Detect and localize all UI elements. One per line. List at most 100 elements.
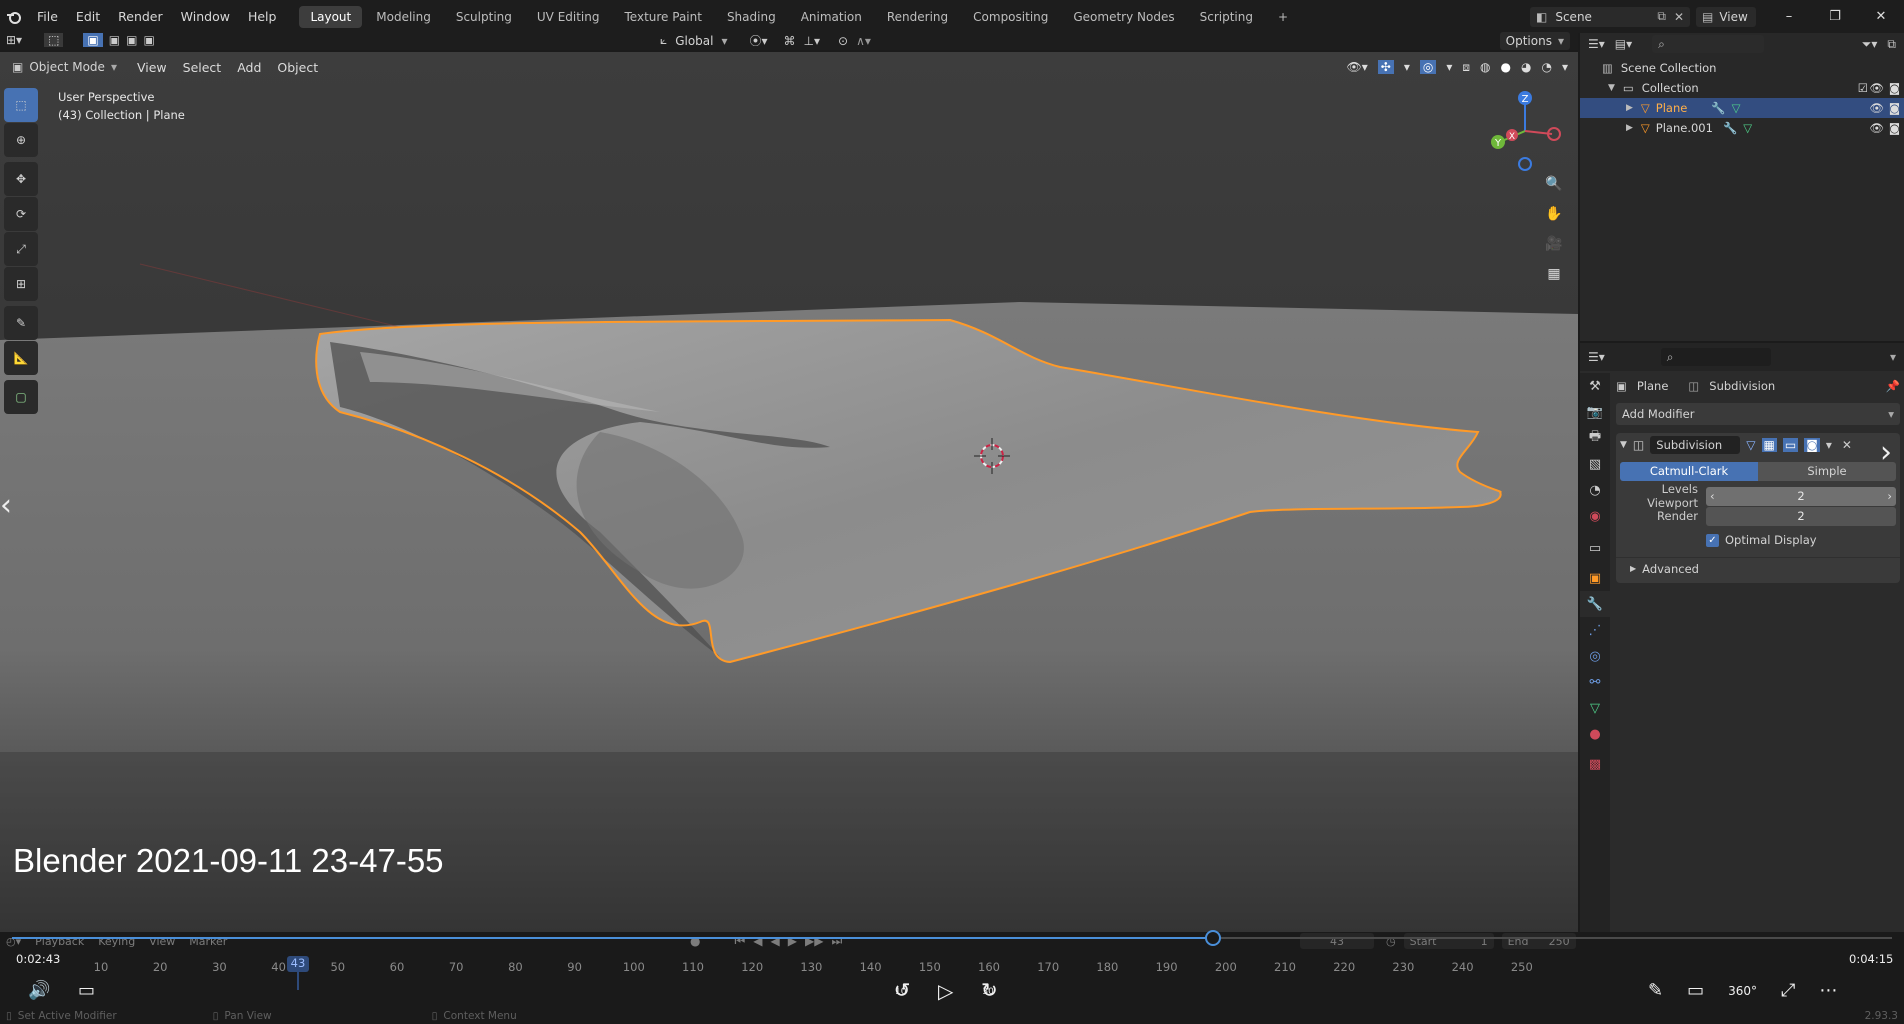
scene-tab-icon[interactable]: ◔: [1580, 477, 1610, 503]
select-box-tool-icon[interactable]: ⬚: [44, 32, 64, 47]
tool-tab-icon[interactable]: ⚒: [1580, 373, 1610, 399]
tab-animation[interactable]: Animation: [790, 6, 873, 28]
blender-logo-icon[interactable]: [0, 9, 28, 25]
tab-uv-editing[interactable]: UV Editing: [526, 6, 611, 28]
outliner-search-input[interactable]: ⌕: [1652, 35, 1765, 53]
wireframe-shading-icon[interactable]: ◍: [1480, 60, 1490, 74]
chevron-down-icon[interactable]: ▾: [1562, 60, 1568, 74]
visibility-eye-icon[interactable]: 👁: [1869, 121, 1884, 135]
select-mode-extend-icon[interactable]: ▣: [109, 33, 120, 47]
collapse-arrow-icon[interactable]: ▼: [1620, 440, 1627, 450]
snap-icon[interactable]: ⌘: [784, 34, 796, 48]
restore-icon[interactable]: ❐: [1812, 9, 1858, 24]
zoom-icon[interactable]: 🔍: [1540, 170, 1568, 198]
solid-shading-icon[interactable]: ●: [1501, 60, 1511, 74]
display-mode-icon[interactable]: ▤▾: [1615, 37, 1632, 51]
proportional-edit-icon[interactable]: ⊙: [838, 34, 848, 48]
render-camera-icon[interactable]: ◙: [1889, 101, 1900, 115]
orientation-dropdown[interactable]: Global: [675, 34, 713, 48]
simple-button[interactable]: Simple: [1758, 461, 1896, 481]
advanced-subpanel-header[interactable]: ▶ Advanced: [1616, 557, 1900, 576]
cast-icon[interactable]: ▭: [1687, 980, 1704, 1001]
increment-arrow-icon[interactable]: ›: [1887, 489, 1892, 503]
overlay-toggle-icon[interactable]: ◎: [1419, 60, 1437, 74]
perspective-grid-icon[interactable]: ▦: [1540, 260, 1568, 288]
options-dropdown[interactable]: Options ▾: [1499, 32, 1570, 50]
add-cube-tool-icon[interactable]: ▢: [4, 380, 38, 414]
outliner-object-plane[interactable]: ▶ ▽ Plane 🔧 ▽ 👁 ◙: [1580, 98, 1904, 118]
select-mode-invert-icon[interactable]: ▣: [143, 33, 154, 47]
new-collection-icon[interactable]: ⧉: [1887, 37, 1896, 52]
play-button[interactable]: ▷: [938, 979, 953, 1003]
menu-file[interactable]: File: [28, 9, 67, 24]
next-arrow-icon[interactable]: ›: [1880, 435, 1892, 470]
transform-tool-icon[interactable]: ⊞: [4, 267, 38, 301]
previous-arrow-icon[interactable]: ‹: [0, 488, 12, 523]
render-tab-icon[interactable]: 📷: [1580, 399, 1610, 425]
menu-window[interactable]: Window: [172, 9, 239, 24]
modifier-wrench-icon[interactable]: 🔧: [1723, 121, 1737, 135]
render-toggle-icon[interactable]: ◙: [1804, 438, 1820, 452]
360-view-icon[interactable]: 360°: [1728, 984, 1757, 998]
viewlayer-selector[interactable]: ▤ View: [1696, 6, 1756, 27]
camera-view-icon[interactable]: 🎥: [1540, 230, 1568, 258]
gizmo-toggle-icon[interactable]: ✣: [1377, 60, 1394, 74]
material-tab-icon[interactable]: ●: [1580, 721, 1610, 747]
add-workspace-button[interactable]: +: [1267, 6, 1299, 28]
expand-arrow-icon[interactable]: ▶: [1626, 123, 1633, 133]
render-camera-icon[interactable]: ◙: [1889, 81, 1900, 95]
menu-select[interactable]: Select: [175, 58, 230, 77]
tab-sculpting[interactable]: Sculpting: [445, 6, 523, 28]
outliner-object-plane-001[interactable]: ▶ ▽ Plane.001 🔧 ▽ 👁 ◙: [1580, 118, 1904, 138]
menu-help[interactable]: Help: [239, 9, 286, 24]
select-mode-new-icon[interactable]: ▣: [83, 32, 103, 47]
mesh-data-icon[interactable]: ▽: [1732, 101, 1741, 115]
scene-selector[interactable]: ◧ Scene ⧉ ✕: [1530, 6, 1690, 27]
catmull-clark-button[interactable]: Catmull-Clark: [1620, 461, 1758, 481]
tab-shading[interactable]: Shading: [716, 6, 787, 28]
tab-rendering[interactable]: Rendering: [876, 6, 959, 28]
select-tool-icon[interactable]: ⬚: [4, 88, 38, 122]
edit-mode-toggle-icon[interactable]: ▽: [1746, 438, 1755, 452]
cursor-tool-icon[interactable]: ⊕: [4, 123, 38, 157]
texture-tab-icon[interactable]: ▩: [1580, 751, 1610, 777]
add-modifier-dropdown[interactable]: Add Modifier ▾: [1616, 403, 1900, 425]
rewind-10-button[interactable]: ↺ 10: [888, 978, 916, 1004]
remove-scene-icon[interactable]: ✕: [1674, 10, 1684, 24]
volume-icon[interactable]: 🔊: [28, 980, 50, 1001]
forward-30-button[interactable]: ↻ 30: [975, 978, 1003, 1004]
decrement-arrow-icon[interactable]: ‹: [1710, 489, 1715, 503]
chevron-down-icon[interactable]: ▾: [1404, 60, 1410, 74]
render-levels-field[interactable]: 2: [1706, 506, 1896, 526]
scale-tool-icon[interactable]: ⤢: [4, 232, 38, 266]
pin-icon[interactable]: 📌: [1886, 379, 1900, 393]
draw-pen-icon[interactable]: ✎: [1648, 980, 1663, 1001]
on-cage-toggle-icon[interactable]: ▦: [1761, 438, 1777, 452]
modifier-name-field[interactable]: Subdivision: [1650, 436, 1741, 454]
outliner-scene-collection[interactable]: ▥ Scene Collection: [1580, 58, 1904, 78]
modifier-tab-icon[interactable]: 🔧: [1580, 591, 1610, 617]
constraints-tab-icon[interactable]: ⚯: [1580, 669, 1610, 695]
tab-compositing[interactable]: Compositing: [962, 6, 1059, 28]
close-icon[interactable]: ✕: [1842, 438, 1852, 452]
subtitles-icon[interactable]: ▭: [78, 980, 95, 1001]
properties-search-input[interactable]: ⌕: [1660, 348, 1771, 366]
world-tab-icon[interactable]: ◉: [1580, 503, 1610, 529]
menu-render[interactable]: Render: [109, 9, 172, 24]
select-mode-subtract-icon[interactable]: ▣: [126, 33, 137, 47]
data-tab-icon[interactable]: ▽: [1580, 695, 1610, 721]
editor-type-icon[interactable]: ⊞▾: [6, 33, 22, 47]
chevron-down-icon[interactable]: ▾: [1890, 350, 1896, 364]
minimize-icon[interactable]: –: [1766, 9, 1812, 24]
expand-arrow-icon[interactable]: ▼: [1608, 83, 1615, 93]
tab-layout[interactable]: Layout: [299, 5, 363, 28]
playhead-frame-indicator[interactable]: 43: [287, 956, 309, 972]
particles-tab-icon[interactable]: ⋰: [1580, 617, 1610, 643]
fullscreen-icon[interactable]: ⤢: [1781, 980, 1795, 1001]
chevron-down-icon[interactable]: ▾: [1826, 438, 1832, 452]
more-options-icon[interactable]: ⋯: [1819, 980, 1837, 1001]
close-window-icon[interactable]: ✕: [1858, 9, 1904, 24]
tab-scripting[interactable]: Scripting: [1189, 6, 1264, 28]
tab-modeling[interactable]: Modeling: [365, 6, 442, 28]
mesh-data-icon[interactable]: ▽: [1743, 121, 1752, 135]
